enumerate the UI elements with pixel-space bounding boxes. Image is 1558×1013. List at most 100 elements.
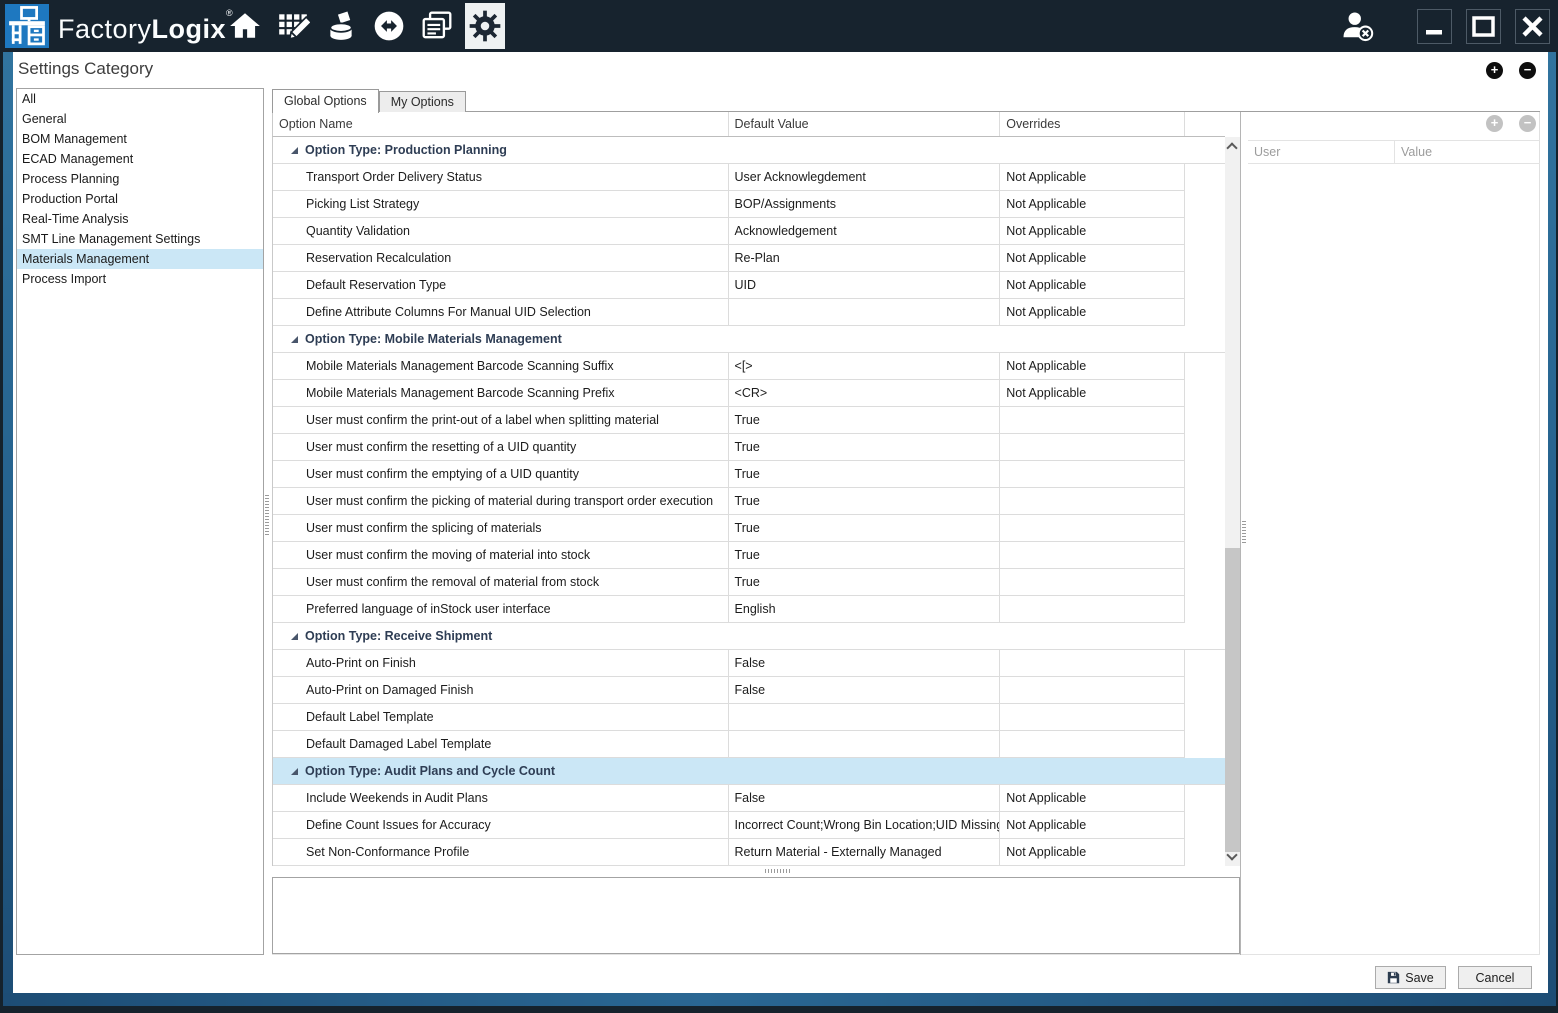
option-override-cell: Not Applicable — [1000, 299, 1185, 326]
group-header-row[interactable]: Option Type: Receive Shipment — [273, 623, 1225, 650]
save-button[interactable]: Save — [1375, 966, 1446, 989]
filler-cell — [1185, 677, 1225, 704]
home-icon[interactable] — [225, 3, 265, 49]
overrides-column-header-value[interactable]: Value — [1395, 141, 1540, 163]
option-row[interactable]: Auto-Print on FinishFalse — [273, 650, 1225, 677]
option-value-cell: True — [729, 461, 1001, 488]
remove-category-button[interactable]: − — [1519, 62, 1536, 79]
option-row[interactable]: User must confirm the moving of material… — [273, 542, 1225, 569]
option-name-cell: Define Count Issues for Accuracy — [273, 812, 729, 839]
option-row[interactable]: User must confirm the print-out of a lab… — [273, 407, 1225, 434]
tab-my-options[interactable]: My Options — [379, 91, 466, 112]
sidebar-splitter-handle[interactable] — [265, 495, 269, 535]
group-header-row[interactable]: Option Type: Production Planning — [273, 137, 1225, 164]
add-override-button[interactable]: + — [1486, 115, 1503, 132]
option-name-cell: Define Attribute Columns For Manual UID … — [273, 299, 729, 326]
description-splitter-handle[interactable] — [765, 869, 791, 873]
option-row[interactable]: Include Weekends in Audit PlansFalseNot … — [273, 785, 1225, 812]
option-row[interactable]: Set Non-Conformance ProfileReturn Materi… — [273, 839, 1225, 866]
group-label: Option Type: Production Planning — [305, 143, 507, 157]
sidebar-item-process-planning[interactable]: Process Planning — [17, 169, 263, 189]
cancel-button[interactable]: Cancel — [1458, 966, 1532, 989]
option-name-cell: User must confirm the splicing of materi… — [273, 515, 729, 542]
window-controls — [1337, 0, 1550, 52]
option-name-cell: Auto-Print on Damaged Finish — [273, 677, 729, 704]
product-engineering-icon[interactable] — [273, 3, 313, 49]
option-row[interactable]: Picking List StrategyBOP/AssignmentsNot … — [273, 191, 1225, 218]
collapse-triangle-icon[interactable] — [291, 768, 298, 775]
option-row[interactable]: Define Count Issues for AccuracyIncorrec… — [273, 812, 1225, 839]
option-name-cell: Default Damaged Label Template — [273, 731, 729, 758]
scrollbar-thumb[interactable] — [1225, 548, 1240, 852]
analytics-icon[interactable] — [417, 3, 457, 49]
maximize-button[interactable] — [1466, 9, 1501, 44]
collapse-triangle-icon[interactable] — [291, 147, 298, 154]
option-row[interactable]: Mobile Materials Management Barcode Scan… — [273, 353, 1225, 380]
tab-global-options[interactable]: Global Options — [272, 89, 379, 113]
option-name-cell: Preferred language of inStock user inter… — [273, 596, 729, 623]
group-header-row[interactable]: Option Type: Audit Plans and Cycle Count — [273, 758, 1225, 785]
sidebar-item-materials-management[interactable]: Materials Management — [17, 249, 263, 269]
sidebar-item-real-time-analysis[interactable]: Real-Time Analysis — [17, 209, 263, 229]
option-row[interactable]: User must confirm the picking of materia… — [273, 488, 1225, 515]
option-override-cell: Not Applicable — [1000, 191, 1185, 218]
save-button-label: Save — [1405, 971, 1434, 985]
sidebar-item-smt-line-management-settings[interactable]: SMT Line Management Settings — [17, 229, 263, 249]
sidebar-item-all[interactable]: All — [17, 89, 263, 109]
option-row[interactable]: User must confirm the resetting of a UID… — [273, 434, 1225, 461]
option-row[interactable]: User must confirm the emptying of a UID … — [273, 461, 1225, 488]
option-name-cell: Set Non-Conformance Profile — [273, 839, 729, 866]
save-disk-icon — [1387, 971, 1400, 984]
option-name-cell: Mobile Materials Management Barcode Scan… — [273, 380, 729, 407]
column-header-overrides[interactable]: Overrides — [1000, 112, 1185, 136]
option-override-cell: Not Applicable — [1000, 245, 1185, 272]
filler-cell — [1185, 731, 1225, 758]
option-value-cell: <[> — [729, 353, 1001, 380]
group-label: Option Type: Receive Shipment — [305, 629, 492, 643]
option-row[interactable]: Transport Order Delivery StatusUser Ackn… — [273, 164, 1225, 191]
grid-header: Option NameDefault ValueOverrides — [272, 112, 1225, 137]
settings-gear-icon[interactable] — [465, 3, 505, 49]
minimize-button[interactable] — [1417, 9, 1452, 44]
filler-cell — [1185, 272, 1225, 299]
option-override-cell — [1000, 434, 1185, 461]
filler-cell — [1185, 407, 1225, 434]
materials-icon[interactable] — [321, 3, 361, 49]
option-value-cell: English — [729, 596, 1001, 623]
option-row[interactable]: User must confirm the splicing of materi… — [273, 515, 1225, 542]
scroll-up-icon[interactable] — [1226, 142, 1237, 153]
remove-override-button[interactable]: − — [1519, 115, 1536, 132]
column-header-default-value[interactable]: Default Value — [729, 112, 1001, 136]
panel-splitter-handle[interactable] — [1242, 521, 1246, 543]
option-row[interactable]: Default Label Template — [273, 704, 1225, 731]
collapse-triangle-icon[interactable] — [291, 336, 298, 343]
logoff-user-icon[interactable] — [1337, 6, 1377, 46]
option-value-cell: False — [729, 785, 1001, 812]
option-value-cell: Incorrect Count;Wrong Bin Location;UID M… — [729, 812, 1001, 839]
option-row[interactable]: Preferred language of inStock user inter… — [273, 596, 1225, 623]
option-row[interactable]: Default Reservation TypeUIDNot Applicabl… — [273, 272, 1225, 299]
option-name-cell: Default Reservation Type — [273, 272, 729, 299]
sidebar-item-process-import[interactable]: Process Import — [17, 269, 263, 289]
grid-scrollbar[interactable] — [1225, 137, 1240, 866]
production-tracking-icon[interactable] — [369, 3, 409, 49]
overrides-column-header-user[interactable]: User — [1248, 141, 1395, 163]
option-row[interactable]: Reservation RecalculationRe-PlanNot Appl… — [273, 245, 1225, 272]
collapse-triangle-icon[interactable] — [291, 633, 298, 640]
add-category-button[interactable]: + — [1486, 62, 1503, 79]
column-header-option-name[interactable]: Option Name — [273, 112, 729, 136]
option-row[interactable]: Mobile Materials Management Barcode Scan… — [273, 380, 1225, 407]
group-header-row[interactable]: Option Type: Mobile Materials Management — [273, 326, 1225, 353]
sidebar-item-general[interactable]: General — [17, 109, 263, 129]
sidebar-item-production-portal[interactable]: Production Portal — [17, 189, 263, 209]
option-row[interactable]: Auto-Print on Damaged FinishFalse — [273, 677, 1225, 704]
title-bar: FactoryLogix® — [0, 0, 1558, 52]
option-row[interactable]: Quantity ValidationAcknowledgementNot Ap… — [273, 218, 1225, 245]
option-row[interactable]: Define Attribute Columns For Manual UID … — [273, 299, 1225, 326]
close-button[interactable] — [1515, 9, 1550, 44]
option-row[interactable]: User must confirm the removal of materia… — [273, 569, 1225, 596]
sidebar-item-ecad-management[interactable]: ECAD Management — [17, 149, 263, 169]
filler-cell — [1185, 380, 1225, 407]
option-row[interactable]: Default Damaged Label Template — [273, 731, 1225, 758]
sidebar-item-bom-management[interactable]: BOM Management — [17, 129, 263, 149]
